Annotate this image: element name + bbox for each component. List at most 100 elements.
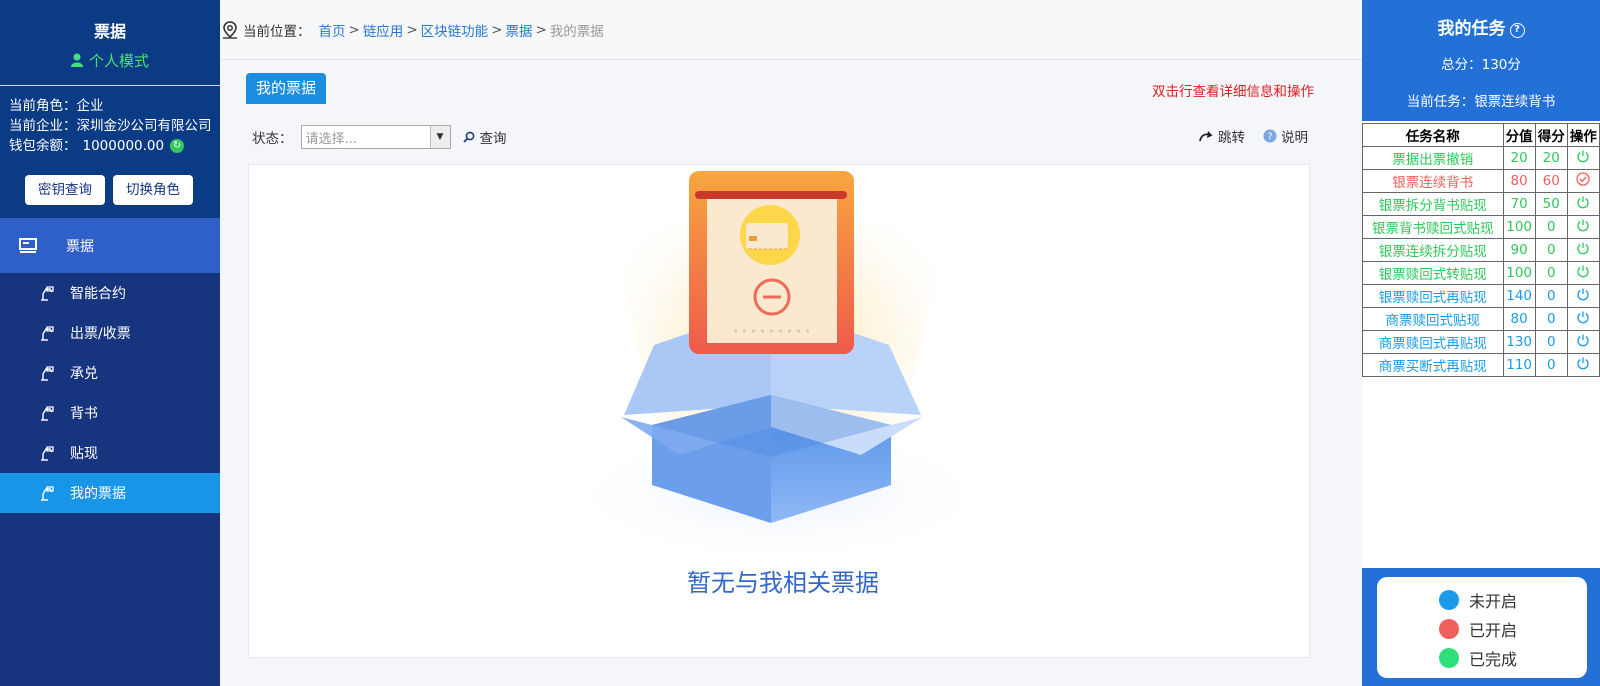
task-score: 0 bbox=[1534, 307, 1568, 331]
status-label: 状态： bbox=[252, 131, 293, 147]
current-task: 当前任务：银票连续背书 bbox=[1406, 94, 1556, 110]
task-row[interactable]: 银票背书赎回式贴现 100 0 bbox=[1362, 215, 1600, 239]
task-score: 0 bbox=[1534, 284, 1568, 308]
task-value: 100 bbox=[1502, 215, 1536, 239]
breadcrumb-separator: > bbox=[348, 21, 360, 38]
power-icon[interactable] bbox=[1576, 333, 1590, 347]
power-icon[interactable] bbox=[1576, 218, 1590, 232]
task-action[interactable] bbox=[1566, 330, 1600, 354]
task-action[interactable] bbox=[1566, 215, 1600, 239]
help-button[interactable]: ? 说明 bbox=[1263, 126, 1308, 146]
power-icon[interactable] bbox=[1576, 287, 1590, 301]
task-score: 0 bbox=[1534, 261, 1568, 285]
status-legend: 未开启 已开启 已完成 bbox=[1377, 577, 1587, 678]
menu-section-label: 票据 bbox=[66, 238, 94, 255]
sidebar-item-label: 我的票据 bbox=[70, 486, 126, 502]
task-row[interactable]: 银票赎回式转贴现 100 0 bbox=[1362, 261, 1600, 285]
query-button[interactable]: 查询 bbox=[462, 127, 507, 147]
task-table-header: 任务名称 分值 得分 操作 bbox=[1362, 123, 1600, 147]
task-table: 任务名称 分值 得分 操作 票据出票撤销 20 20 银票连续背书 80 60 银票拆分背书… bbox=[1362, 123, 1600, 377]
task-action[interactable] bbox=[1566, 238, 1600, 262]
chevron-down-icon[interactable]: ▼ bbox=[429, 126, 450, 148]
task-panel-title: 我的任务 bbox=[1437, 19, 1506, 39]
key-query-button[interactable]: 密钥查询 bbox=[25, 175, 105, 205]
power-icon[interactable] bbox=[1576, 310, 1590, 324]
status-placeholder: 请选择... bbox=[305, 131, 357, 147]
task-row[interactable]: 商票赎回式贴现 80 0 bbox=[1362, 307, 1600, 331]
task-value: 90 bbox=[1502, 238, 1536, 262]
task-row[interactable]: 银票拆分背书贴现 70 50 bbox=[1362, 192, 1600, 216]
task-score: 60 bbox=[1534, 169, 1568, 193]
power-icon[interactable] bbox=[1576, 264, 1590, 278]
menu-section-bills[interactable]: 票据 bbox=[0, 218, 220, 273]
total-score: 总分：130分 bbox=[1441, 57, 1521, 73]
sidebar-item[interactable]: 承兑 bbox=[0, 353, 220, 393]
sidebar-item[interactable]: 背书 bbox=[0, 393, 220, 433]
company-label: 当前企业： bbox=[9, 118, 77, 134]
question-icon[interactable]: ? bbox=[1509, 23, 1525, 38]
task-panel: 我的任务? 总分：130分 当前任务：银票连续背书 任务名称 分值 得分 操作 … bbox=[1362, 0, 1600, 686]
bill-list-panel: 暂无与我相关票据 bbox=[248, 164, 1310, 658]
sidebar-header: 票据 个人模式 当前角色：企业 当前企业：深圳金沙公司有限公司 钱包余额： 100… bbox=[0, 0, 220, 218]
power-icon[interactable] bbox=[1576, 356, 1590, 370]
header-task-name: 任务名称 bbox=[1362, 123, 1504, 147]
task-action[interactable] bbox=[1566, 169, 1600, 193]
task-name: 商票赎回式贴现 bbox=[1362, 307, 1504, 331]
legend-dot bbox=[1439, 589, 1459, 610]
wallet-value: 1000000.00 bbox=[82, 138, 165, 154]
breadcrumb: 当前位置： 首页 > 链应用 > 区块链功能 > 票据 > 我的票据 bbox=[220, 0, 1362, 60]
power-icon[interactable] bbox=[1576, 149, 1590, 163]
contract-icon bbox=[41, 446, 54, 461]
header-score: 得分 bbox=[1534, 123, 1568, 147]
power-icon[interactable] bbox=[1576, 195, 1590, 209]
main-content: 我的票据 双击行查看详细信息和操作 状态： 请选择... ▼ 查询 跳转 ? 说… bbox=[220, 60, 1362, 686]
sidebar-item[interactable]: 出票/收票 bbox=[0, 313, 220, 353]
task-row[interactable]: 商票买断式再贴现 110 0 bbox=[1362, 353, 1600, 377]
power-icon[interactable] bbox=[1576, 241, 1590, 255]
task-action[interactable] bbox=[1566, 192, 1600, 216]
breadcrumb-link-blockchain[interactable]: 区块链功能 bbox=[421, 20, 489, 40]
breadcrumb-current: 我的票据 bbox=[549, 23, 604, 40]
refresh-icon[interactable]: ↻ bbox=[170, 139, 185, 153]
switch-role-button[interactable]: 切换角色 bbox=[113, 175, 193, 205]
task-value: 20 bbox=[1502, 146, 1536, 170]
breadcrumb-separator: > bbox=[406, 21, 418, 38]
breadcrumb-link-home[interactable]: 首页 bbox=[319, 20, 346, 40]
breadcrumb-link-chain-app[interactable]: 链应用 bbox=[363, 20, 404, 40]
task-action[interactable] bbox=[1566, 284, 1600, 308]
contract-icon bbox=[41, 326, 54, 341]
task-action[interactable] bbox=[1566, 261, 1600, 285]
status-select[interactable]: 请选择... ▼ bbox=[300, 125, 451, 149]
task-action[interactable] bbox=[1566, 353, 1600, 377]
task-score: 0 bbox=[1534, 330, 1568, 354]
task-name: 银票赎回式转贴现 bbox=[1362, 261, 1504, 285]
monitor-icon bbox=[19, 237, 37, 253]
task-row[interactable]: 商票赎回式再贴现 130 0 bbox=[1362, 330, 1600, 354]
header-value: 分值 bbox=[1502, 123, 1536, 147]
sidebar-item[interactable]: 智能合约 bbox=[0, 273, 220, 313]
tab-my-bills[interactable]: 我的票据 bbox=[246, 73, 326, 104]
task-action[interactable] bbox=[1566, 146, 1600, 170]
sidebar-item[interactable]: 我的票据 bbox=[0, 473, 220, 513]
sidebar-item[interactable]: 贴现 bbox=[0, 433, 220, 473]
task-row[interactable]: 银票连续背书 80 60 bbox=[1362, 169, 1600, 193]
breadcrumb-link-bills[interactable]: 票据 bbox=[505, 20, 532, 40]
svg-text:?: ? bbox=[1267, 132, 1272, 143]
task-row[interactable]: 票据出票撤销 20 20 bbox=[1362, 146, 1600, 170]
task-row[interactable]: 银票赎回式再贴现 140 0 bbox=[1362, 284, 1600, 308]
legend-label: 已完成 bbox=[1469, 649, 1518, 669]
task-action[interactable] bbox=[1566, 307, 1600, 331]
search-icon bbox=[462, 131, 474, 143]
task-value: 70 bbox=[1502, 192, 1536, 216]
task-row[interactable]: 银票连续拆分贴现 90 0 bbox=[1362, 238, 1600, 262]
breadcrumb-label: 当前位置： bbox=[243, 23, 311, 40]
task-score: 0 bbox=[1534, 215, 1568, 239]
task-score: 0 bbox=[1534, 238, 1568, 262]
status-filter: 状态： 请选择... ▼ 查询 bbox=[252, 125, 507, 149]
breadcrumb-separator: > bbox=[535, 21, 547, 38]
check-circle-icon[interactable] bbox=[1576, 172, 1591, 186]
jump-button[interactable]: 跳转 bbox=[1199, 126, 1245, 146]
task-name: 商票买断式再贴现 bbox=[1362, 353, 1504, 377]
legend-row-done: 已完成 bbox=[1439, 643, 1587, 672]
task-value: 110 bbox=[1502, 353, 1536, 377]
